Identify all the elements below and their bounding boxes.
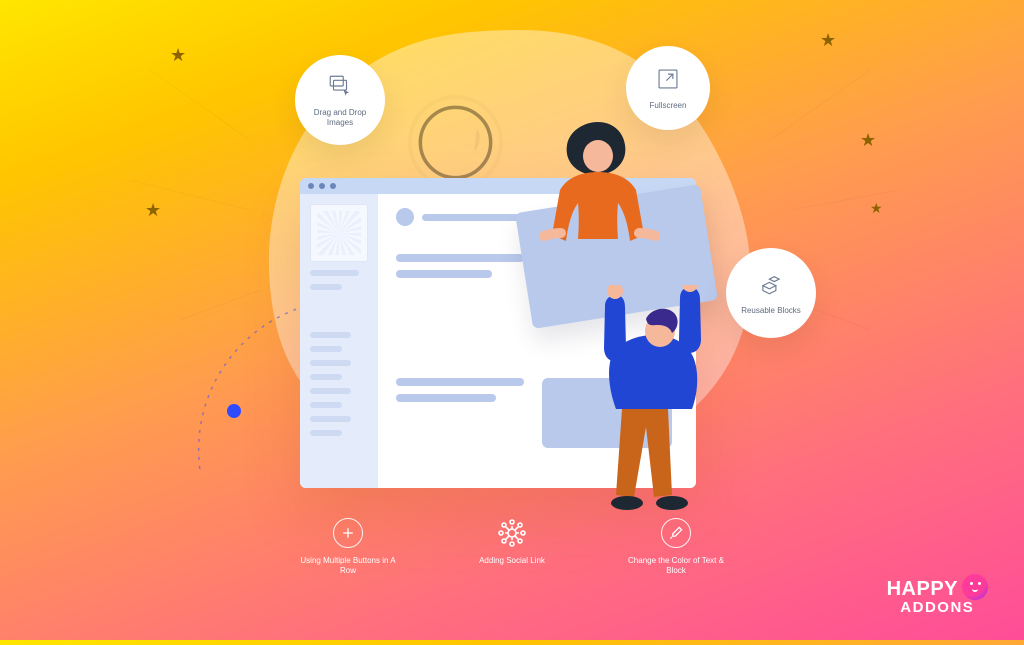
feature-multi-buttons: Using Multiple Buttons in A Row [300, 518, 396, 575]
network-icon [497, 518, 527, 548]
star-icon: ★ [170, 45, 186, 66]
feature-fullscreen: Fullscreen [626, 46, 710, 130]
plus-circle-icon [333, 518, 363, 548]
fullscreen-icon [655, 66, 681, 97]
star-icon: ★ [820, 30, 836, 51]
feature-label: Reusable Blocks [741, 306, 801, 315]
feature-label: Change the Color of Text & Block [628, 556, 724, 575]
sidebar-thumbnail [310, 204, 368, 262]
feature-label: Fullscreen [650, 101, 687, 110]
blocks-icon [758, 271, 784, 302]
happy-addons-logo: HAPPY ADDONS [887, 576, 988, 616]
window-titlebar [300, 178, 696, 194]
orbit-dot [227, 404, 241, 418]
bottom-features: Using Multiple Buttons in A Row Adding S… [300, 518, 724, 575]
feature-social-link: Adding Social Link [464, 518, 560, 575]
wordpress-ghost-logo [408, 95, 503, 190]
feature-label: Drag and Drop Images [303, 108, 377, 126]
brand-line2: ADDONS [900, 599, 974, 616]
layers-cursor-icon [327, 73, 353, 104]
editor-sidebar [300, 194, 378, 488]
star-icon: ★ [860, 130, 876, 151]
star-icon: ★ [870, 200, 883, 217]
feature-drag-drop: Drag and Drop Images [295, 55, 385, 145]
feature-change-color: Change the Color of Text & Block [628, 518, 724, 575]
post-avatar [396, 208, 414, 226]
feature-label: Adding Social Link [479, 556, 545, 566]
smiley-face-icon [962, 574, 988, 600]
feature-reusable-blocks: Reusable Blocks [726, 248, 816, 338]
feature-label: Using Multiple Buttons in A Row [300, 556, 396, 575]
star-icon: ★ [145, 200, 161, 221]
brand-line1: HAPPY [887, 578, 958, 601]
eyedropper-icon [661, 518, 691, 548]
content-block [542, 378, 672, 448]
